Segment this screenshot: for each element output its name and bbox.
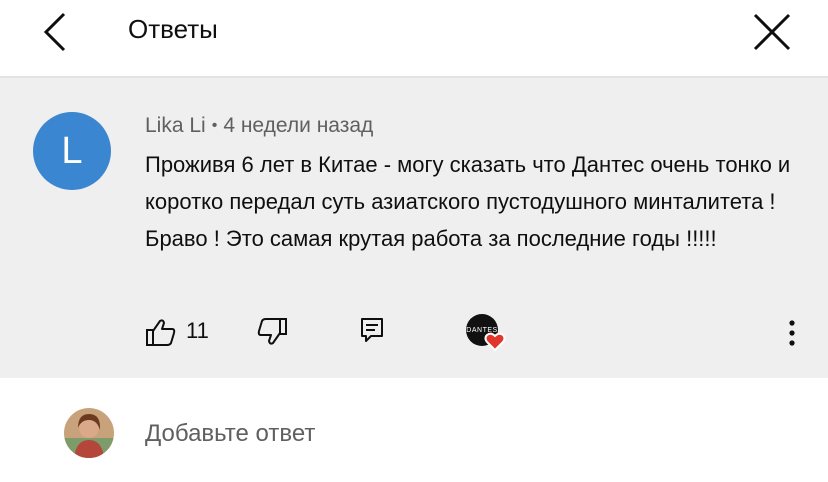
comment-time: 4 недели назад — [223, 114, 374, 137]
top-bar: Ответы — [0, 0, 828, 78]
creator-heart-badge: DANTES — [466, 314, 506, 352]
comment-card: L Lika Li • 4 недели назад Проживя 6 лет в… — [0, 78, 828, 378]
like-count: 11 — [186, 318, 209, 343]
back-icon[interactable] — [38, 10, 78, 54]
more-options-icon[interactable] — [780, 318, 804, 348]
dislike-icon[interactable] — [256, 316, 288, 348]
reply-input[interactable]: Добавьте ответ — [145, 420, 315, 448]
comment-actions: 11 DANTES — [0, 308, 828, 354]
page-title: Ответы — [128, 14, 218, 44]
reply-icon[interactable] — [358, 316, 386, 344]
close-icon[interactable] — [752, 12, 792, 52]
comment-meta: Lika Li • 4 недели назад — [145, 114, 373, 138]
add-reply-row[interactable]: Добавьте ответ — [0, 380, 828, 482]
comment-text: Проживя 6 лет в Китае - могу сказать что… — [145, 152, 791, 251]
like-icon[interactable] — [145, 316, 177, 348]
author-name[interactable]: Lika Li — [145, 114, 206, 137]
user-avatar — [64, 408, 114, 458]
heart-icon — [484, 330, 506, 352]
author-avatar[interactable]: L — [33, 112, 111, 190]
meta-separator: • — [211, 117, 218, 134]
